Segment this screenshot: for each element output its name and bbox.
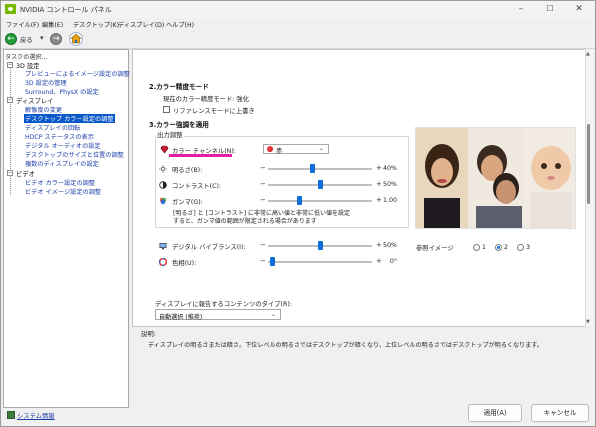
section-color-accuracy-title: 2.カラー精度モード	[149, 83, 209, 91]
tree-item-multiple-displays[interactable]: 複数のディスプレイの設定	[25, 159, 99, 168]
reference-image-option-2[interactable]: 2	[504, 244, 508, 251]
hue-value: 0°	[389, 258, 397, 265]
content-type-label: ディスプレイに報告するコンテンツのタイプ(R):	[155, 301, 292, 308]
tree-item-hdcp-status[interactable]: HDCP ステータスの表示	[25, 132, 94, 141]
description-text: ディスプレイの明るさまたは暗さ。下位レベルの明るさではデスクトップが暗くなり、上…	[148, 342, 543, 349]
contrast-slider-thumb[interactable]	[318, 180, 323, 189]
reference-image-radio-2[interactable]	[495, 244, 502, 251]
close-button[interactable]: ✕	[565, 1, 593, 18]
toolbar	[1, 30, 595, 49]
apply-button[interactable]: 適用(A)	[468, 404, 522, 422]
reference-image-option-1[interactable]: 1	[482, 244, 486, 251]
contrast-value: 50%	[383, 181, 397, 188]
expand-display-toggle[interactable]: −	[7, 97, 13, 103]
hue-icon	[158, 257, 168, 267]
tree-category-video[interactable]: ビデオ	[16, 169, 35, 178]
tree-item-desktop-size-position[interactable]: デスクトップのサイズと位置の調整	[25, 150, 124, 159]
brightness-decrease-button[interactable]: −	[260, 164, 266, 172]
brightness-slider-thumb[interactable]	[310, 164, 315, 173]
contrast-decrease-button[interactable]: −	[260, 180, 266, 188]
window-title: NVIDIA コントロール パネル	[20, 6, 112, 14]
tree-item-manage-3d-settings[interactable]: 3D 設定の管理	[25, 78, 67, 87]
reference-image-label: 参照イメージ	[416, 245, 454, 252]
gamma-label: ガンマ(G):	[172, 199, 203, 206]
hue-label: 色相(U):	[172, 260, 197, 267]
tree-item-desktop-color-settings[interactable]: デスクトップ カラー設定の調整	[24, 114, 115, 123]
menu-edit[interactable]: 編集(E)	[42, 20, 63, 29]
menu-file[interactable]: ファイル(F)	[6, 20, 39, 29]
gamma-note-line2: すると、ガンマ値の範囲が限定される場合があります	[173, 218, 317, 225]
gamma-slider-thumb[interactable]	[297, 196, 302, 205]
output-adjustment-label: 出力調整	[156, 130, 184, 139]
gamma-slider-track[interactable]	[268, 200, 372, 202]
system-info-icon	[7, 411, 15, 419]
menu-help[interactable]: ヘルプ(H)	[166, 20, 194, 29]
description-label: 説明:	[141, 330, 156, 338]
contrast-icon	[159, 181, 167, 189]
reference-image-radio-3[interactable]	[517, 244, 524, 251]
app-window: NVIDIA コントロール パネル – ☐ ✕ ファイル(F) 編集(E) デス…	[0, 0, 596, 427]
current-accuracy-mode-text: 現在のカラー精度モード: 強化	[163, 96, 249, 103]
brightness-slider-track[interactable]	[268, 168, 372, 170]
forward-arrow-icon[interactable]: →	[50, 33, 62, 45]
hue-slider-thumb[interactable]	[270, 257, 275, 266]
channel-highlight-underline	[169, 154, 232, 157]
digital-vibrance-slider-thumb[interactable]	[318, 241, 323, 250]
menu-desktop[interactable]: デスクトップ(K)	[73, 20, 119, 29]
brightness-icon	[159, 165, 167, 173]
reference-photo-3	[524, 128, 575, 228]
tree-item-video-color[interactable]: ビデオ カラー設定の調整	[25, 178, 95, 187]
scroll-down-arrow-icon[interactable]: ▼	[586, 319, 590, 325]
home-icon[interactable]	[69, 32, 83, 46]
gamma-decrease-button[interactable]: −	[260, 196, 266, 204]
scrollbar-thumb[interactable]	[587, 124, 590, 204]
tree-item-video-image[interactable]: ビデオ イメージ設定の調整	[25, 187, 101, 196]
reference-image-radio-1[interactable]	[473, 244, 480, 251]
expand-video-toggle[interactable]: −	[7, 170, 13, 176]
system-info-link[interactable]: システム情報	[17, 411, 55, 420]
reference-photo-1	[416, 128, 468, 228]
digital-vibrance-icon	[159, 242, 167, 250]
button-bar	[132, 391, 593, 421]
nvidia-app-icon	[5, 4, 16, 14]
content-type-value[interactable]: 自動選択 (推奨)	[159, 312, 202, 321]
back-arrow-icon[interactable]: ←	[5, 33, 17, 45]
tree-item-surround-physx[interactable]: Surround、PhysX の設定	[25, 87, 99, 96]
color-channel-value[interactable]: 赤	[276, 146, 282, 155]
section-color-enhancement-title: 3.カラー強調を適用	[149, 121, 209, 129]
cancel-button[interactable]: キャンセル	[531, 404, 589, 422]
reference-image-preview	[415, 127, 576, 229]
reference-mode-label[interactable]: リファレンスモードに上書き	[173, 106, 255, 115]
task-tree-header: タスクの選択...	[5, 54, 48, 61]
reference-mode-checkbox[interactable]	[163, 106, 170, 113]
reference-image-option-3[interactable]: 3	[526, 244, 530, 251]
tree-category-display[interactable]: ディスプレイ	[16, 96, 53, 105]
brightness-value: 40%	[383, 165, 397, 172]
brightness-label: 明るさ(B):	[172, 167, 203, 174]
reference-photo-2	[468, 128, 524, 228]
maximize-button[interactable]: ☐	[536, 1, 564, 18]
hue-slider-track[interactable]	[268, 261, 372, 263]
color-channel-icon	[160, 145, 169, 154]
scroll-up-arrow-icon[interactable]: ▲	[586, 51, 590, 57]
chevron-down-icon[interactable]: ⌄	[271, 311, 276, 318]
tree-item-rotate-display[interactable]: ディスプレイの回転	[25, 123, 80, 132]
menu-display[interactable]: ディスプレイ(D)	[118, 20, 164, 29]
tree-item-preview-image-settings[interactable]: プレビューによるイメージ設定の調整	[25, 69, 130, 78]
gamma-value: 1.00	[382, 197, 397, 204]
contrast-label: コントラスト(C):	[172, 183, 222, 190]
digital-vibrance-value: 50%	[383, 242, 397, 249]
digital-vibrance-label: デジタル バイブランス(I):	[172, 244, 246, 251]
gamma-icon	[159, 197, 167, 205]
tree-item-digital-audio[interactable]: デジタル オーディオの設定	[25, 141, 101, 150]
digital-vibrance-decrease-button[interactable]: −	[260, 241, 266, 249]
expand-3d-toggle[interactable]: −	[7, 62, 13, 68]
chevron-down-icon[interactable]: ⌄	[319, 145, 324, 152]
hue-decrease-button[interactable]: −	[260, 257, 266, 265]
back-button-label[interactable]: 戻る	[20, 35, 33, 44]
red-channel-swatch-icon	[267, 146, 273, 152]
back-history-dropdown[interactable]: ▾	[40, 34, 44, 42]
tree-item-change-resolution[interactable]: 解像度の変更	[25, 105, 62, 114]
minimize-button[interactable]: –	[507, 1, 535, 18]
